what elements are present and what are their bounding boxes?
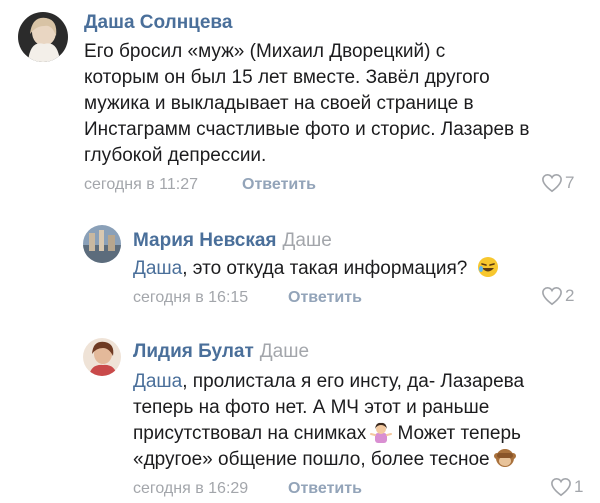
heart-icon [542,173,562,193]
reply-button[interactable]: Ответить [242,176,316,194]
comment-time: сегодня в 16:15 [133,289,249,306]
avatar[interactable] [83,338,121,376]
mention-link[interactable]: Даша [133,371,182,392]
rolling-laughing-emoji [477,256,499,278]
author-name[interactable]: Даша Солнцева [84,12,232,34]
reply-to[interactable]: Даше [260,341,309,362]
comment-text: Даша, это откуда такая информация? [133,256,583,282]
like-button[interactable]: 1 [550,477,583,497]
reply-button[interactable]: Ответить [288,480,362,498]
like-button[interactable]: 7 [541,173,574,193]
comment: Мария Невская Даше Даша, это откуда такая… [0,215,600,325]
see-no-evil-monkey-emoji [493,447,516,469]
avatar-photo [83,338,121,376]
mention-link[interactable]: Даша [133,258,182,279]
avatar[interactable] [18,12,68,62]
like-button[interactable]: 2 [541,286,574,306]
avatar-photo [83,225,121,263]
heart-icon [542,286,562,306]
comment: Даша Солнцева Его бросил «муж» (Михаил Д… [0,0,600,200]
heart-icon [551,477,571,497]
comment-text: Его бросил «муж» (Михаил Дворецкий) с ко… [84,41,530,166]
reply-to[interactable]: Даше [283,230,332,251]
comment-time: сегодня в 16:29 [133,480,249,497]
comment-time: сегодня в 11:27 [84,176,199,193]
like-count: 2 [565,286,575,305]
avatar[interactable] [83,225,121,263]
shrugging-woman-emoji [370,421,393,443]
like-count: 7 [565,173,575,192]
reply-button[interactable]: Ответить [288,289,362,307]
author-name[interactable]: Мария Невская Даше [133,230,332,252]
like-count: 1 [574,477,584,496]
avatar-photo [18,12,68,62]
comment-text: Даша, пролистала я его инсту, да- Лазаре… [133,371,525,470]
comment: Лидия Булат Даше Даша, пролистала я его и… [0,330,600,503]
author-name[interactable]: Лидия Булат Даше [133,341,309,363]
